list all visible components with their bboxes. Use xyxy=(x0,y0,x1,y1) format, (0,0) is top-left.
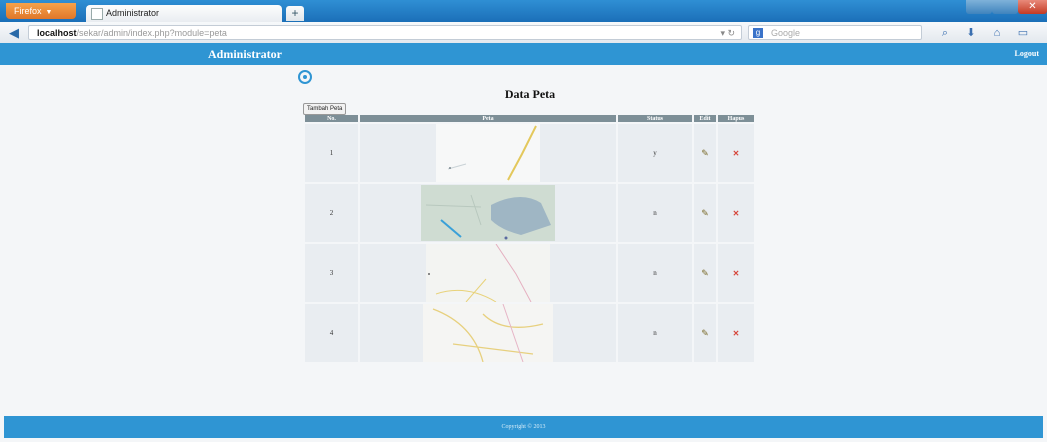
footer: Copyright © 2013 xyxy=(4,416,1043,438)
row-number: 1 xyxy=(305,124,358,182)
browser-tab-bar: Firefox ▼ Administrator + ✕ xyxy=(0,0,1047,22)
map-cell xyxy=(360,304,616,362)
admin-title: Administrator xyxy=(208,47,282,61)
reload-icon[interactable]: ▾ ↻ xyxy=(720,26,735,41)
delete-cell: ✕ xyxy=(718,124,754,182)
column-header-status: Status xyxy=(618,115,692,122)
delete-x-icon[interactable]: ✕ xyxy=(733,149,740,158)
table-row: 1 y ✎ ✕ xyxy=(305,124,754,182)
url-host: localhost xyxy=(37,28,77,38)
column-header-hapus: Hapus xyxy=(718,115,754,122)
firefox-menu-button[interactable]: Firefox ▼ xyxy=(6,3,76,19)
delete-cell: ✕ xyxy=(718,304,754,362)
page-title: Data Peta xyxy=(504,87,556,101)
back-arrow-icon[interactable]: ◀ xyxy=(6,25,22,40)
table-header-row: No. Peta Status Edit Hapus xyxy=(305,115,754,122)
search-input[interactable]: g Google xyxy=(748,25,922,40)
row-number: 3 xyxy=(305,244,358,302)
data-table: No. Peta Status Edit Hapus 1 y ✎ ✕ 2 n ✎… xyxy=(303,113,756,364)
chevron-down-icon: ▼ xyxy=(45,9,53,16)
admin-header: Administrator Logout xyxy=(0,43,1047,65)
map-thumbnail[interactable] xyxy=(421,185,555,241)
tab-title: Administrator xyxy=(106,8,160,18)
table-row: 3 n ✎ ✕ xyxy=(305,244,754,302)
status-cell: n xyxy=(618,304,692,362)
status-cell: y xyxy=(618,124,692,182)
edit-cell: ✎ xyxy=(694,304,716,362)
delete-cell: ✕ xyxy=(718,184,754,242)
status-cell: n xyxy=(618,184,692,242)
address-bar[interactable]: localhost/sekar/admin/index.php?module=p… xyxy=(28,25,742,40)
search-icon[interactable]: ⌕ xyxy=(938,26,952,40)
map-thumbnail[interactable] xyxy=(436,124,540,182)
table-row: 4 n ✎ ✕ xyxy=(305,304,754,362)
edit-pencil-icon[interactable]: ✎ xyxy=(701,268,709,278)
window-minimize-button[interactable] xyxy=(966,0,992,14)
edit-cell: ✎ xyxy=(694,124,716,182)
edit-pencil-icon[interactable]: ✎ xyxy=(701,148,709,158)
map-cell xyxy=(360,184,616,242)
status-cell: n xyxy=(618,244,692,302)
browser-nav-bar: ◀ localhost/sekar/admin/index.php?module… xyxy=(0,22,1047,44)
delete-x-icon[interactable]: ✕ xyxy=(733,329,740,338)
window-close-button[interactable]: ✕ xyxy=(1018,0,1047,14)
map-cell xyxy=(360,244,616,302)
column-header-edit: Edit xyxy=(694,115,716,122)
firefox-menu-label: Firefox xyxy=(14,6,42,16)
google-search-icon: g xyxy=(753,28,763,38)
home-icon[interactable]: ⌂ xyxy=(990,26,1004,40)
menu-icon[interactable]: ▭ xyxy=(1016,26,1030,40)
browser-tab[interactable]: Administrator xyxy=(86,5,282,22)
home-icon[interactable] xyxy=(298,70,312,84)
map-thumbnail[interactable] xyxy=(426,244,550,302)
page-favicon-icon xyxy=(91,8,103,20)
new-tab-button[interactable]: + xyxy=(286,6,304,21)
table-row: 2 n ✎ ✕ xyxy=(305,184,754,242)
download-icon[interactable]: ⬇ xyxy=(964,26,978,40)
copyright-text: Copyright © 2013 xyxy=(501,424,546,430)
edit-pencil-icon[interactable]: ✎ xyxy=(701,328,709,338)
row-number: 4 xyxy=(305,304,358,362)
delete-x-icon[interactable]: ✕ xyxy=(733,209,740,218)
logout-link[interactable]: Logout xyxy=(1015,49,1039,58)
column-header-no: No. xyxy=(305,115,358,122)
map-cell xyxy=(360,124,616,182)
search-placeholder: Google xyxy=(771,28,801,38)
column-header-peta: Peta xyxy=(360,115,616,122)
edit-pencil-icon[interactable]: ✎ xyxy=(701,208,709,218)
delete-cell: ✕ xyxy=(718,244,754,302)
row-number: 2 xyxy=(305,184,358,242)
edit-cell: ✎ xyxy=(694,184,716,242)
delete-x-icon[interactable]: ✕ xyxy=(733,269,740,278)
map-thumbnail[interactable] xyxy=(423,304,553,362)
edit-cell: ✎ xyxy=(694,244,716,302)
window-maximize-button[interactable] xyxy=(992,0,1018,14)
url-path: /sekar/admin/index.php?module=peta xyxy=(76,28,227,38)
